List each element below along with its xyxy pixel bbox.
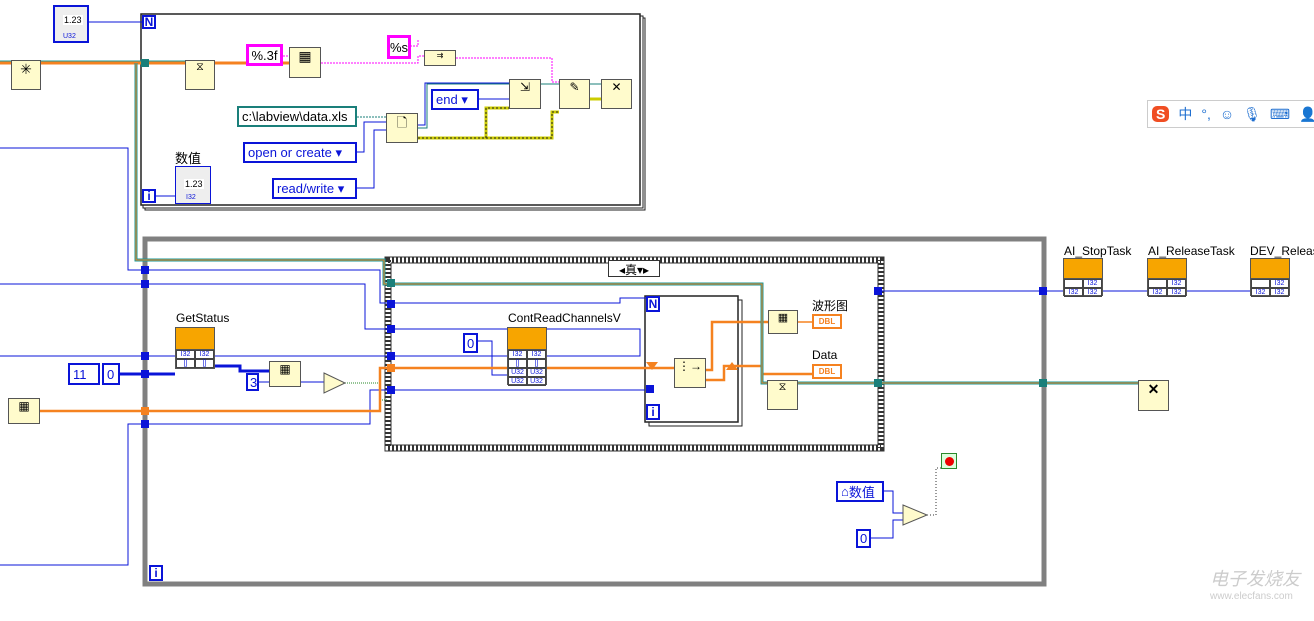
build-waveform-icon[interactable]: ▦ [768, 310, 798, 334]
compare-zero-constant[interactable]: 0 [856, 529, 871, 548]
array-to-spreadsheet-icon[interactable]: ▦ [289, 47, 321, 78]
release-queue-icon[interactable]: ✕ [1138, 380, 1169, 411]
inner-for-iteration-terminal: i [646, 404, 660, 420]
control-type: U32 [63, 33, 76, 40]
dropdown-arrow-icon: ▾ [457, 91, 468, 107]
get-status-label: GetStatus [176, 311, 230, 325]
inner-for-count-terminal[interactable]: N [646, 296, 660, 312]
indicator-value: 1.23 [184, 179, 204, 189]
stop-condition-terminal[interactable] [941, 453, 957, 469]
open-operation-value: open or create [248, 145, 332, 160]
open-operation-enum[interactable]: open or create ▾ [243, 142, 357, 163]
numeric-control[interactable]: 1.23 U32 [53, 5, 89, 43]
dequeue-element-icon[interactable]: ⧖ [185, 60, 215, 90]
concatenate-strings-icon[interactable]: ⇉ [424, 50, 456, 66]
for-loop-count-terminal[interactable]: N [142, 15, 156, 29]
dropdown-arrow-icon[interactable]: ▾▸ [637, 263, 649, 277]
access-mode-value: read/write [277, 181, 335, 196]
replace-array-subset-icon[interactable]: ⋮→ [674, 358, 706, 388]
stop-icon [944, 456, 954, 466]
device-count-constant[interactable]: 11 [68, 363, 100, 385]
watermark-url: www.elecfans.com [1210, 591, 1293, 602]
while-loop-iteration-terminal: i [149, 565, 163, 581]
local-variable-label: 数值 [848, 485, 875, 500]
data-label: Data [812, 348, 838, 362]
watermark: 电子发烧友 www.elecfans.com [1170, 565, 1300, 602]
stop-task-dll-node[interactable]: I32 I32 I32 [1063, 258, 1103, 297]
emoji-icon[interactable]: ☺ [1220, 106, 1234, 122]
sogou-logo-icon[interactable]: S [1152, 106, 1170, 122]
index-array-icon[interactable]: ▦ [269, 361, 301, 387]
waveform-graph-label: 波形图 [812, 299, 849, 313]
file-path-constant[interactable]: c:\labview\data.xls [237, 106, 357, 127]
build-array-icon[interactable]: ▦ [8, 398, 40, 424]
position-mode-value: end [436, 92, 458, 107]
watermark-text: 电子发烧友 [1210, 569, 1300, 589]
access-mode-enum[interactable]: read/write ▾ [272, 178, 357, 199]
device-zero-constant[interactable]: 0 [102, 363, 120, 385]
indicator-type: I32 [186, 194, 196, 201]
case-selector-value: 真 [624, 263, 637, 277]
dropdown-arrow-icon: ▾ [331, 144, 342, 160]
format-string-constant[interactable]: %s [387, 35, 411, 59]
numeric-indicator[interactable]: 1.23 I32 [175, 166, 211, 204]
dev-release-label: DEV_Release [1250, 244, 1314, 258]
for-loop-iteration-terminal: i [142, 189, 156, 203]
punctuation-toggle[interactable]: °, [1201, 106, 1211, 122]
dropdown-arrow-icon: ▾ [334, 180, 345, 196]
ime-mode-toggle[interactable]: 中 [1178, 104, 1192, 124]
user-icon[interactable]: 👤 [1299, 106, 1314, 123]
case-selector[interactable]: ◂真▾▸ [608, 260, 660, 277]
obtain-queue-icon[interactable]: ✳ [11, 60, 41, 90]
house-icon: ⌂ [841, 484, 849, 499]
keyboard-icon[interactable]: ⌨ [1270, 106, 1290, 123]
release-task-label: AI_ReleaseTask [1148, 244, 1235, 258]
indicator-label: 数值 [175, 151, 202, 166]
open-file-icon[interactable]: 🗋 [386, 113, 418, 143]
position-mode-enum[interactable]: end ▾ [431, 89, 479, 110]
local-variable[interactable]: ⌂ 数值 [836, 481, 884, 502]
dev-release-dll-node[interactable]: I32 I32 I32 [1250, 258, 1290, 297]
enqueue-element-icon[interactable]: ⧖ [767, 380, 798, 410]
data-terminal[interactable]: DBL [812, 364, 842, 379]
microphone-icon[interactable]: 🎙 [1243, 106, 1261, 123]
waveform-graph-terminal[interactable]: DBL [812, 314, 842, 329]
get-status-dll-node[interactable]: I32 I32[][] [175, 327, 215, 369]
array-index-constant[interactable]: 3 [246, 373, 259, 391]
control-value: 1.23 [63, 15, 83, 25]
format-float-constant[interactable]: %.3f [246, 44, 283, 66]
channel-zero-constant[interactable]: 0 [463, 333, 478, 353]
cont-read-dll-node[interactable]: I32 I32[][] U32 U32 U32 U32 [507, 327, 547, 386]
set-file-position-icon[interactable]: ⇲ [509, 79, 541, 109]
cont-read-label: ContReadChannelsV [508, 311, 621, 325]
release-task-dll-node[interactable]: I32 I32 I32 [1147, 258, 1187, 297]
ime-toolbar[interactable]: S 中 °, ☺ 🎙 ⌨ 👤 [1147, 100, 1314, 128]
stop-task-label: AI_StopTask [1064, 244, 1132, 258]
write-text-file-icon[interactable]: ✎ [559, 79, 590, 109]
close-file-icon[interactable]: ✕ [601, 79, 632, 109]
